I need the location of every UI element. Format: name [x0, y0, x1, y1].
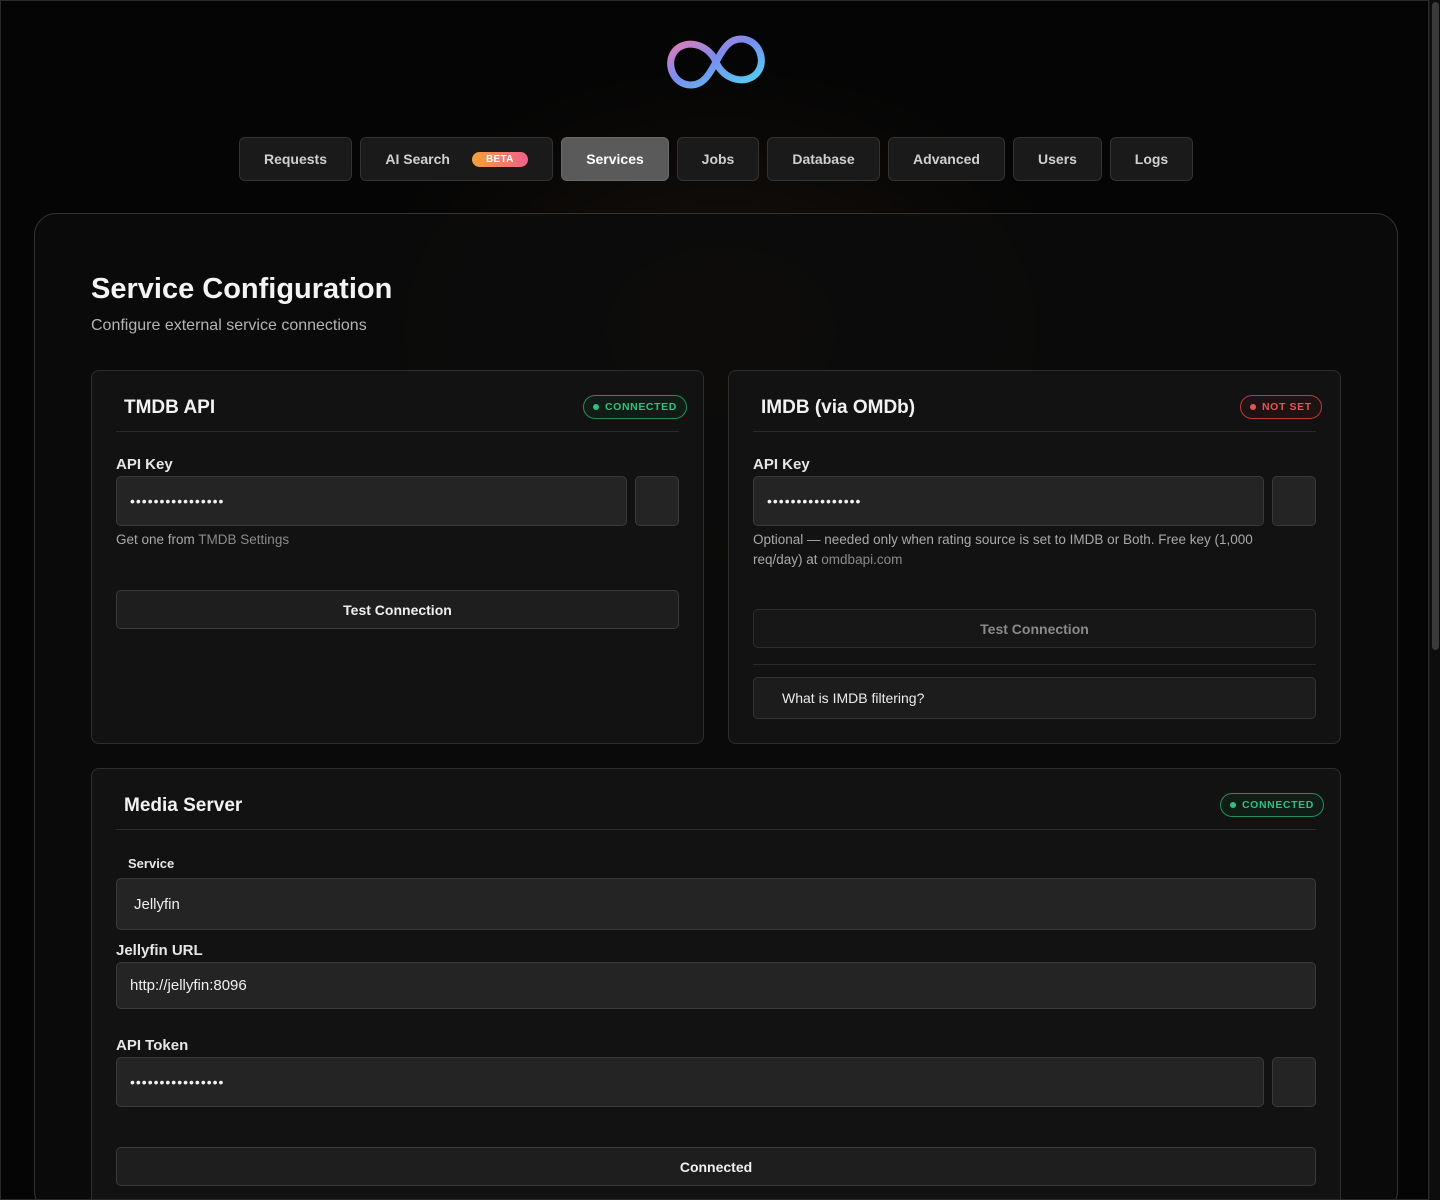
divider: [753, 664, 1316, 665]
tmdb-hint: Get one from TMDB Settings: [116, 530, 289, 550]
api-token-label: API Token: [116, 1037, 189, 1054]
tmdb-card: [91, 370, 704, 744]
tab-logs[interactable]: Logs: [1110, 137, 1193, 181]
tab-requests[interactable]: Requests: [239, 137, 352, 181]
imdb-test-connection-button[interactable]: Test Connection: [753, 609, 1316, 648]
service-label: Service: [128, 856, 175, 871]
jellyfin-url-label: Jellyfin URL: [116, 942, 203, 959]
tab-label: Database: [792, 151, 855, 167]
divider: [753, 431, 1316, 432]
hint-text: Optional — needed only when rating sourc…: [753, 532, 1253, 547]
imdb-api-key-input[interactable]: ••••••••••••••••: [753, 476, 1264, 526]
jellyfin-url-input[interactable]: http://jellyfin:8096: [116, 962, 1316, 1009]
tab-label: AI Search: [385, 151, 450, 167]
status-badge-label: CONNECTED: [605, 401, 677, 413]
toggle-visibility-icon[interactable]: [1272, 1057, 1316, 1107]
service-select[interactable]: Jellyfin: [116, 878, 1316, 930]
tab-label: Users: [1038, 151, 1077, 167]
tab-label: Services: [586, 151, 644, 167]
hint-text: req/day) at: [753, 552, 822, 567]
status-badge: CONNECTED: [583, 395, 687, 419]
tab-jobs[interactable]: Jobs: [677, 137, 759, 181]
page-subtitle: Configure external service connections: [91, 317, 367, 334]
status-dot-icon: [593, 404, 599, 410]
tab-label: Logs: [1134, 151, 1169, 167]
tmdb-api-key-input[interactable]: ••••••••••••••••: [116, 476, 627, 526]
main-nav: Requests AI Search BETA Services Jobs Da…: [239, 137, 1193, 181]
infinity-logo-icon: [667, 35, 765, 89]
api-key-label: API Key: [116, 456, 173, 473]
tab-users[interactable]: Users: [1013, 137, 1102, 181]
app-window: Requests AI Search BETA Services Jobs Da…: [0, 0, 1429, 1200]
tab-ai-search[interactable]: AI Search BETA: [360, 137, 553, 181]
api-key-label: API Key: [753, 456, 810, 473]
status-badge: CONNECTED: [1220, 793, 1324, 817]
status-badge: NOT SET: [1240, 395, 1322, 419]
toggle-visibility-icon[interactable]: [635, 476, 679, 526]
imdb-hint: Optional — needed only when rating sourc…: [753, 530, 1316, 570]
tab-services[interactable]: Services: [561, 137, 669, 181]
tmdb-test-connection-button[interactable]: Test Connection: [116, 590, 679, 629]
page-title: Service Configuration: [91, 273, 393, 305]
divider: [116, 829, 1316, 830]
media-server-card-title: Media Server: [124, 795, 243, 816]
status-dot-icon: [1230, 802, 1236, 808]
tmdb-card-title: TMDB API: [124, 397, 216, 418]
imdb-filtering-expander[interactable]: What is IMDB filtering?: [753, 677, 1316, 719]
connected-button[interactable]: Connected: [116, 1147, 1316, 1186]
status-badge-label: NOT SET: [1262, 401, 1312, 413]
scrollbar-thumb[interactable]: [1432, 2, 1439, 650]
api-token-input[interactable]: ••••••••••••••••: [116, 1057, 1264, 1107]
scrollbar[interactable]: [1429, 0, 1440, 1200]
tab-database[interactable]: Database: [767, 137, 880, 181]
tmdb-settings-link[interactable]: TMDB Settings: [198, 532, 289, 547]
tab-advanced[interactable]: Advanced: [888, 137, 1005, 181]
imdb-card-title: IMDB (via OMDb): [761, 397, 916, 418]
divider: [116, 431, 679, 432]
omdbapi-link[interactable]: omdbapi.com: [821, 552, 902, 567]
toggle-visibility-icon[interactable]: [1272, 476, 1316, 526]
tab-label: Advanced: [913, 151, 980, 167]
hint-text: Get one from: [116, 532, 199, 547]
tab-label: Requests: [263, 151, 328, 167]
status-dot-icon: [1250, 404, 1256, 410]
tab-label: Jobs: [701, 151, 735, 167]
status-badge-label: CONNECTED: [1242, 799, 1314, 811]
beta-badge: BETA: [471, 151, 528, 167]
